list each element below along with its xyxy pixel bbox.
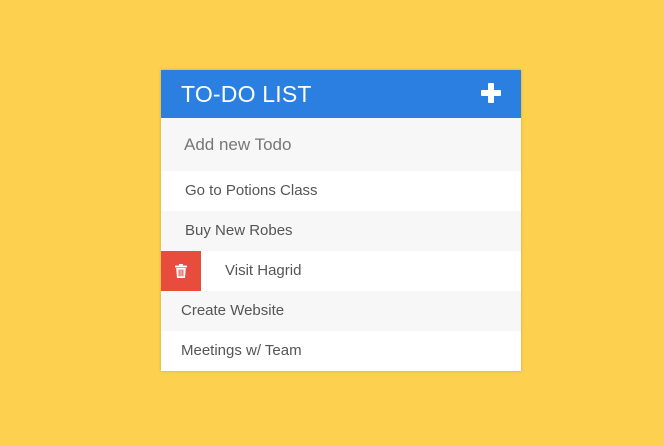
new-todo-input[interactable]: [161, 118, 521, 171]
plus-icon[interactable]: [481, 83, 501, 103]
todo-item[interactable]: Buy New Robes: [161, 211, 521, 251]
page-title: TO-DO LIST: [181, 81, 312, 107]
delete-button[interactable]: [161, 251, 201, 291]
todo-text: Buy New Robes: [185, 222, 293, 239]
todo-item[interactable]: Meetings w/ Team: [161, 331, 521, 371]
todo-text: Visit Hagrid: [225, 262, 302, 279]
todo-text: Go to Potions Class: [185, 182, 318, 199]
todo-item[interactable]: Visit Hagrid: [161, 251, 521, 291]
todo-text: Create Website: [181, 302, 285, 319]
trash-icon: [175, 264, 187, 278]
new-todo-row: [161, 118, 521, 171]
todo-text: Meetings w/ Team: [181, 342, 302, 359]
header: TO-DO LIST: [161, 70, 521, 118]
todo-list: Go to Potions Class Buy New Robes Visit …: [161, 171, 521, 371]
todo-item[interactable]: Create Website: [161, 291, 521, 331]
todo-item[interactable]: Go to Potions Class: [161, 171, 521, 211]
todo-card: TO-DO LIST Go to Potions Class Buy New R…: [161, 70, 521, 371]
